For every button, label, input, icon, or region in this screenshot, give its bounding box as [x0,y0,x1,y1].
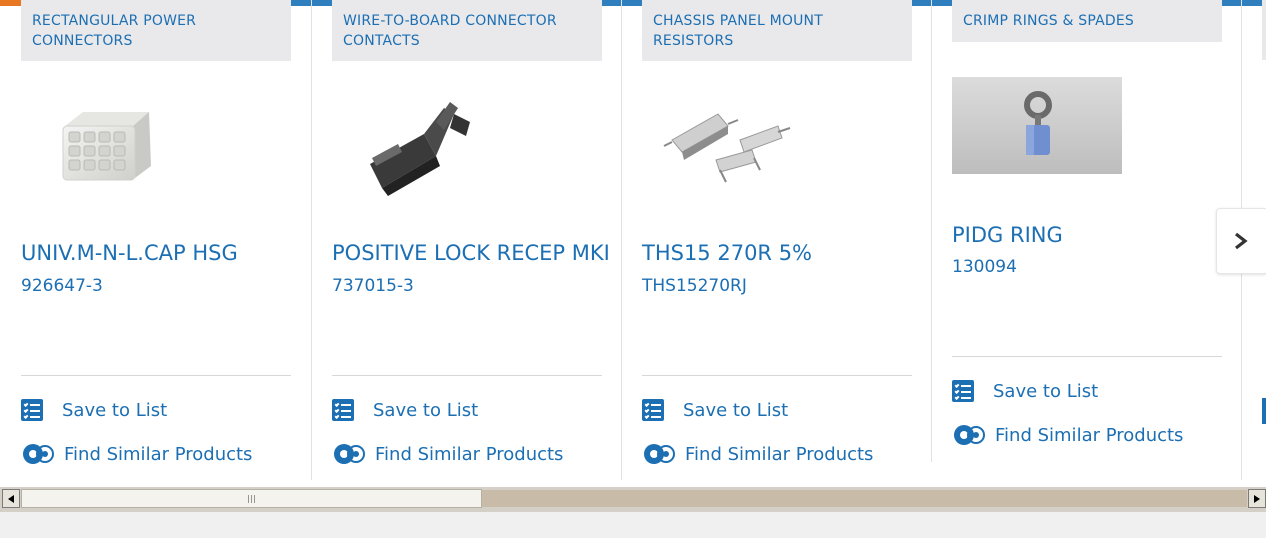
grip-icon [248,494,255,503]
find-similar-label: Find Similar Products [64,443,253,465]
save-to-list-label: Save to List [62,399,168,421]
product-carousel: RECTANGULAR POWER CONNECTORS UNIV.M-N-L.… [0,0,1266,487]
part-number[interactable]: 926647-3 [21,275,103,297]
product-image[interactable] [642,86,812,216]
carousel-next-button[interactable] [1216,208,1266,274]
checklist-icon [332,399,354,421]
card-divider [21,375,291,376]
save-to-list-label: Save to List [683,399,789,421]
save-to-list-button[interactable]: Save to List [642,397,788,423]
checklist-icon [642,399,664,421]
card-divider [332,375,602,376]
card-divider [642,375,912,376]
find-similar-button[interactable]: Find Similar Products [21,441,252,467]
find-similar-label: Find Similar Products [375,443,564,465]
checklist-icon [21,399,43,421]
find-similar-label: Find Similar Products [685,443,874,465]
product-card: CRIMP RINGS & SPADES PIDG RING 130094 Sa… [931,0,1241,480]
find-similar-label: Find Similar Products [995,424,1184,446]
arrow-left-icon [8,494,14,503]
save-to-list-button[interactable]: Save to List [332,397,478,423]
scroll-right-button[interactable] [1248,489,1266,508]
find-similar-button[interactable]: Find Similar Products [642,441,873,467]
category-label[interactable]: WIRE-TO-BOARD CONNECTOR CONTACTS [332,0,602,61]
chevron-right-icon [1235,232,1248,250]
product-title[interactable]: THS15 270R 5% [642,239,812,267]
horizontal-scrollbar[interactable] [0,487,1266,512]
part-number[interactable]: THS15270RJ [642,275,747,297]
scrollbar-thumb[interactable] [21,489,482,508]
checklist-icon [952,380,974,402]
gears-icon [23,444,54,464]
save-to-list-label: Save to List [993,380,1099,402]
category-label[interactable]: RECTANGULAR POWER CONNECTORS [21,0,291,61]
product-card: RECTANGULAR POWER CONNECTORS UNIV.M-N-L.… [0,0,310,480]
product-title[interactable]: UNIV.M-N-L.CAP HSG [21,239,238,267]
category-label[interactable]: CRIMP RINGS & SPADES [952,0,1222,42]
part-number[interactable]: 737015-3 [332,275,414,297]
product-image[interactable] [332,78,502,208]
part-number[interactable]: 130094 [952,256,1017,278]
arrow-right-icon [1254,494,1260,503]
product-card: CHASSIS PANEL MOUNT RESISTORS THS15 270R… [621,0,931,480]
card-divider [952,356,1222,357]
product-image[interactable] [21,86,191,216]
product-title[interactable]: POSITIVE LOCK RECEP MKI [332,239,610,267]
find-similar-button[interactable]: Find Similar Products [332,441,563,467]
scroll-left-button[interactable] [2,489,20,508]
category-label[interactable]: CHASSIS PANEL MOUNT RESISTORS [642,0,912,61]
save-to-list-label: Save to List [373,399,479,421]
product-title[interactable]: PIDG RING [952,221,1063,249]
product-card: WIRE-TO-BOARD CONNECTOR CONTACTS POSITIV… [311,0,621,480]
gears-icon [954,425,985,445]
gears-icon [334,444,365,464]
product-image[interactable] [952,77,1122,174]
gears-icon [644,444,675,464]
save-to-list-button[interactable]: Save to List [952,378,1098,404]
find-similar-button[interactable]: Find Similar Products [952,422,1183,448]
save-to-list-button[interactable]: Save to List [21,397,167,423]
